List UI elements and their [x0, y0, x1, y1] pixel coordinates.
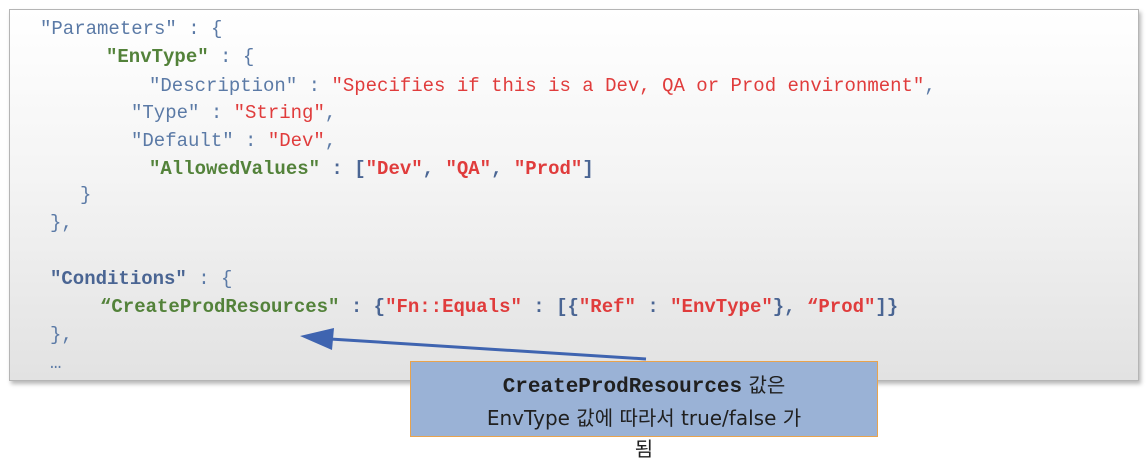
callout-line-1: CreateProdResources 값은	[410, 370, 878, 403]
callout-line-1-rest: 값은	[742, 373, 786, 397]
callout-term: CreateProdResources	[502, 376, 743, 399]
callout-text: CreateProdResources 값은 EnvType 값에 따라서 tr…	[410, 370, 878, 465]
callout-line-2: EnvType 값에 따라서 true/false 가	[486, 406, 802, 430]
callout-line-3: 됨	[634, 437, 654, 461]
